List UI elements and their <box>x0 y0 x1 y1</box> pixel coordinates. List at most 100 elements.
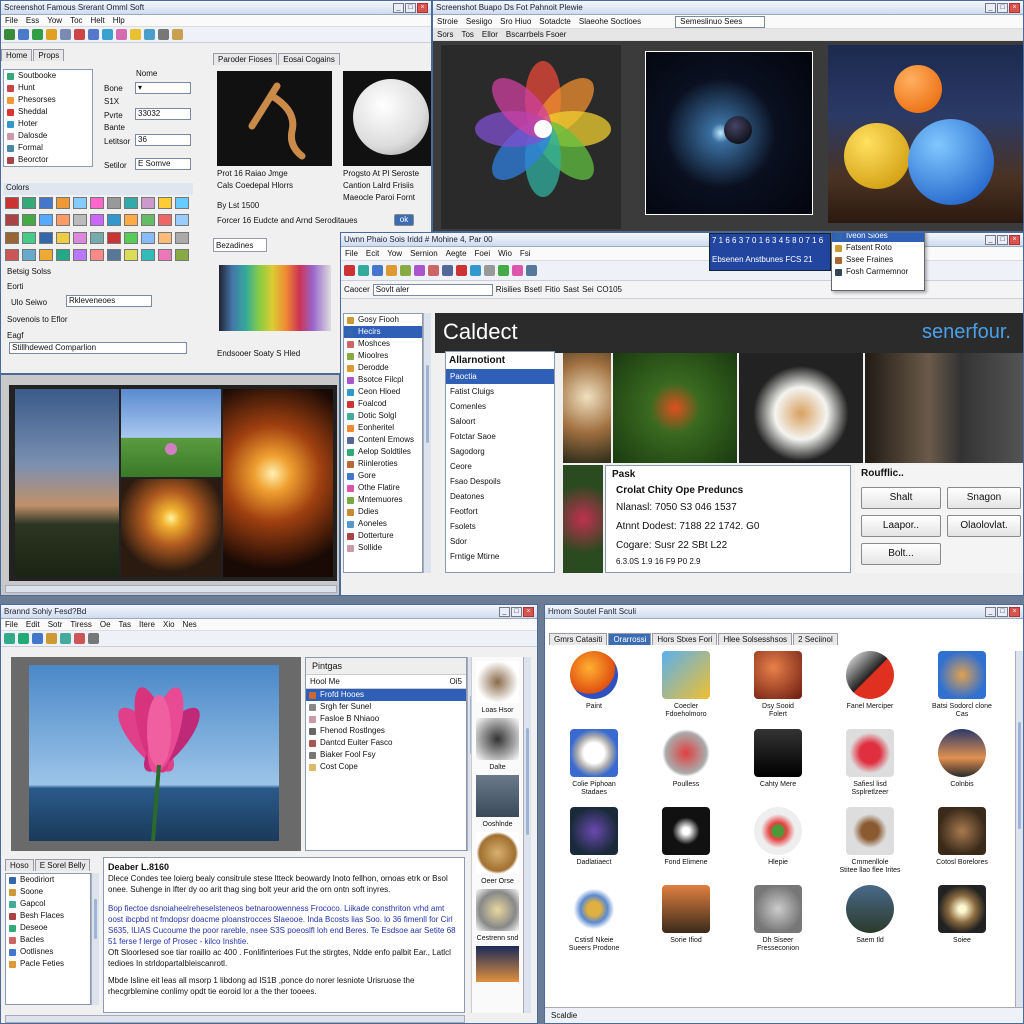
file-item[interactable]: Cost Cope <box>306 761 466 773</box>
toolbar-label[interactable]: Caocer <box>344 285 370 294</box>
tree-item[interactable]: Hoter <box>4 118 92 130</box>
category-item[interactable]: Saloort <box>446 414 554 429</box>
color-swatch[interactable] <box>124 248 138 261</box>
color-swatch[interactable] <box>22 214 36 227</box>
tab-props[interactable]: Props <box>33 49 65 61</box>
menu-view[interactable]: Yow <box>43 16 66 25</box>
close-button[interactable]: × <box>1009 234 1020 245</box>
color-swatch[interactable] <box>158 214 172 227</box>
app-icon[interactable] <box>570 885 618 933</box>
thumb-webcam[interactable] <box>476 718 519 760</box>
category-item[interactable]: Comenles <box>446 399 554 414</box>
tab[interactable]: Gmrs Catasiti <box>549 633 608 645</box>
tab[interactable]: 2 Seciinol <box>793 633 838 645</box>
tree-item[interactable]: Soone <box>6 886 90 898</box>
color-swatch[interactable] <box>39 248 53 261</box>
category-item[interactable]: Fsolets <box>446 519 554 534</box>
color-swatch[interactable] <box>90 231 104 244</box>
toolbar-label[interactable]: Risilies <box>496 285 521 294</box>
app-icon[interactable] <box>754 651 802 699</box>
menu-item[interactable]: Xio <box>159 620 179 629</box>
icon-cell[interactable]: Cmmenllole Stitee llao flee Irites <box>825 807 915 875</box>
tree-item[interactable]: Phesorses <box>4 94 92 106</box>
menu-item[interactable]: Oe <box>96 620 115 629</box>
grid-scrollbar[interactable] <box>1015 651 1023 1007</box>
color-swatches[interactable] <box>5 197 189 263</box>
toolbar-label[interactable]: CO105 <box>597 285 622 294</box>
menu-item[interactable]: Tas <box>115 620 135 629</box>
popup-item[interactable]: Fatsent Roto <box>832 242 924 254</box>
grid-icon[interactable] <box>484 265 495 276</box>
print-icon[interactable] <box>158 29 169 40</box>
category-item[interactable]: Sagodorg <box>446 444 554 459</box>
icon-cell[interactable]: Batsi Sodorcl clone Cas <box>917 651 1007 719</box>
prop-field[interactable]: E Somve <box>135 158 191 170</box>
close-button[interactable]: × <box>523 606 534 617</box>
tree-item[interactable]: Moshces <box>344 338 422 350</box>
minimize-button[interactable]: _ <box>393 2 404 13</box>
color-swatch[interactable] <box>107 214 121 227</box>
shalt-button[interactable]: Shalt <box>861 487 941 509</box>
app-icon[interactable] <box>846 651 894 699</box>
tree-item[interactable]: Beodiriort <box>6 874 90 886</box>
icon-cell[interactable]: Cstistl Nkeie Sueers Prodone <box>549 885 639 953</box>
color-swatch[interactable] <box>5 197 19 209</box>
tree-item[interactable]: Mntemuores <box>344 494 422 506</box>
tag-icon[interactable] <box>400 265 411 276</box>
app-icon[interactable] <box>570 651 618 699</box>
thumb-sunset[interactable] <box>476 946 519 982</box>
color-swatch[interactable] <box>141 231 155 244</box>
tab-preview2[interactable]: Bezadines <box>213 238 267 252</box>
file-item[interactable]: Srgh fer Sunel <box>306 701 466 713</box>
star-icon[interactable] <box>130 29 141 40</box>
color-swatch[interactable] <box>56 197 70 209</box>
menu-item[interactable]: Wio <box>494 249 516 258</box>
menu-item[interactable]: Aegte <box>442 249 471 258</box>
heart-icon[interactable] <box>428 265 439 276</box>
tree-item[interactable]: Sollide <box>344 542 422 554</box>
check-icon[interactable] <box>498 265 509 276</box>
color-swatch[interactable] <box>73 231 87 244</box>
category-item[interactable]: Frntige Mtirne <box>446 549 554 564</box>
tree-item[interactable]: Formal <box>4 142 92 154</box>
minimize-button[interactable]: _ <box>985 234 996 245</box>
cut-icon[interactable] <box>74 29 85 40</box>
thumb-medal[interactable] <box>476 832 519 874</box>
icon-cell[interactable]: Paint <box>549 651 639 711</box>
menu-file[interactable]: File <box>1 620 22 629</box>
minimize-button[interactable]: _ <box>985 606 996 617</box>
tab-other[interactable]: Eosai Cogains <box>278 53 340 65</box>
color-swatch[interactable] <box>124 231 138 244</box>
menu-edit[interactable]: Ess <box>22 16 43 25</box>
bolt-button[interactable]: Bolt... <box>861 543 941 565</box>
menu-item[interactable]: Tiress <box>66 620 95 629</box>
icon-cell[interactable]: Saem Ild <box>825 885 915 945</box>
prop-field[interactable]: 33032 <box>135 108 191 120</box>
color-swatch[interactable] <box>5 231 19 244</box>
category-item[interactable]: Fotctar Saoe <box>446 429 554 444</box>
delete-icon[interactable] <box>456 265 467 276</box>
tree-item[interactable]: Ddies <box>344 506 422 518</box>
paste-icon[interactable] <box>102 29 113 40</box>
paint-icon[interactable] <box>512 265 523 276</box>
category-item[interactable]: Paoctia <box>446 369 554 384</box>
color-swatch[interactable] <box>175 197 189 209</box>
save-icon[interactable] <box>32 633 43 644</box>
tree-scrollbar[interactable] <box>91 873 99 1005</box>
icon-cell[interactable]: Safiesl lisd Ssplretlzeer <box>825 729 915 797</box>
category-item[interactable]: Fsao Despoils <box>446 474 554 489</box>
app-icon[interactable] <box>938 651 986 699</box>
popup-item[interactable]: Fosh Carmemnor <box>832 266 924 278</box>
thumb-dish[interactable] <box>476 889 519 931</box>
horizontal-scrollbar[interactable] <box>5 585 337 593</box>
toolbar-dropdown[interactable]: Sovlt aler <box>372 283 493 296</box>
color-swatch[interactable] <box>175 214 189 227</box>
tree-item[interactable]: Othe Flatire <box>344 482 422 494</box>
color-swatch[interactable] <box>5 248 19 261</box>
tree-item[interactable]: Soutbooke <box>4 70 92 82</box>
menu-item[interactable]: Sotr <box>44 620 67 629</box>
color-swatch[interactable] <box>158 248 172 261</box>
text-input[interactable]: Stillhdewed Comparlion <box>9 342 187 354</box>
olaolovlat-button[interactable]: Olaolovlat. <box>947 515 1021 537</box>
app-icon[interactable] <box>662 885 710 933</box>
